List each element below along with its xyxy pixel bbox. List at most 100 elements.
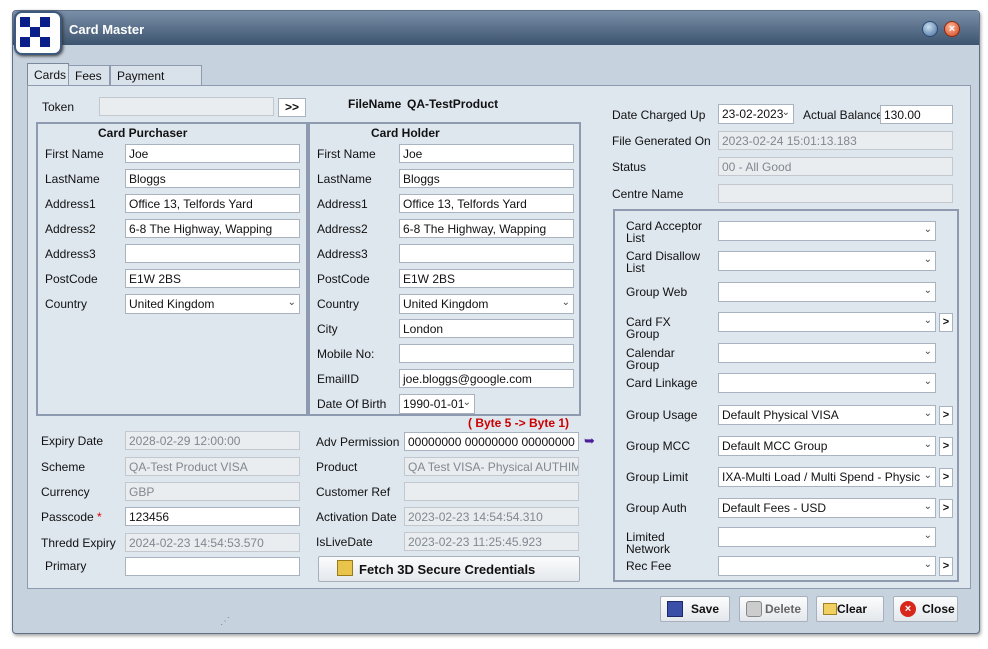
close-button[interactable]: × Close [893,596,958,622]
chevron-down-icon: ⌄ [923,439,932,450]
holder-mobile-field[interactable] [399,344,574,363]
group-more-button[interactable]: > [939,468,953,487]
purchaser-address2-field[interactable]: 6-8 The Highway, Wapping [125,219,300,238]
chevron-down-icon: ⌄ [462,397,471,408]
group-more-button[interactable]: > [939,437,953,456]
delete-button[interactable]: Delete [739,596,808,622]
chevron-down-icon: ⌄ [923,376,932,387]
title-bar[interactable]: Card Master × [13,11,979,45]
product-field[interactable]: QA Test VISA- Physical AUTHIMPR [404,457,579,476]
group-select[interactable]: ⌄ [718,282,936,302]
chevron-down-icon: ⌄ [923,501,932,512]
holder-postcode-field[interactable]: E1W 2BS [399,269,574,288]
token-expand-button[interactable]: >> [278,98,306,117]
purchaser-address3-label: Address3 [45,247,96,261]
group-select[interactable]: ⌄ [718,251,936,271]
group-select[interactable]: Default Physical VISA ⌄ [718,405,936,425]
islive-date-field[interactable]: 2023-02-23 11:25:45.923 [404,532,579,551]
group-more-button[interactable]: > [939,313,953,332]
customer-ref-label: Customer Ref [316,485,391,499]
date-charged-picker[interactable]: 23-02-2023 ⌄ [718,104,794,124]
holder-last-name-field[interactable]: Bloggs [399,169,574,188]
fetch-3d-secure-label: Fetch 3D Secure Credentials [359,562,536,577]
holder-country-label: Country [317,297,360,311]
purchaser-address1-field[interactable]: Office 13, Telfords Yard [125,194,300,213]
minimize-icon[interactable] [922,21,938,37]
group-label: Card Linkage [626,376,698,390]
holder-dob-label: Date Of Birth [317,397,387,411]
close-window-icon[interactable]: × [944,21,960,37]
group-select[interactable]: ⌄ [718,556,936,576]
primary-field[interactable] [125,557,300,576]
group-select[interactable]: Default Fees - USD ⌄ [718,498,936,518]
group-more-button[interactable]: > [939,499,953,518]
holder-address3-field[interactable] [399,244,574,263]
file-generated-field[interactable]: 2023-02-24 15:01:13.183 [718,131,953,150]
holder-dob-value: 1990-01-01 [403,397,465,411]
customer-ref-field[interactable] [404,482,579,501]
arrow-right-icon[interactable]: ➥ [584,434,598,448]
purchaser-last-name-field[interactable]: Bloggs [125,169,300,188]
group-label: Group MCC [626,439,691,453]
group-label: Limited Network [626,530,671,556]
chevron-down-icon: ⌄ [287,297,296,308]
group-select[interactable]: ⌄ [718,221,936,241]
resize-grip-icon[interactable]: ⋰ [220,616,230,627]
holder-address2-field[interactable]: 6-8 The Highway, Wapping [399,219,574,238]
clear-button[interactable]: Clear [816,596,884,622]
purchaser-country-label: Country [45,297,88,311]
group-label: Calendar Group [626,346,675,372]
date-charged-value: 23-02-2023 [722,107,784,121]
group-select[interactable]: ⌄ [718,373,936,393]
group-label: Group Web [626,285,688,299]
centre-name-field[interactable] [718,184,953,203]
holder-dob-picker[interactable]: 1990-01-01 ⌄ [399,394,475,414]
chevron-down-icon: ⌄ [923,530,932,541]
token-field[interactable] [99,97,274,116]
tab-payment-tokens[interactable]: Payment Tokens [110,65,202,97]
group-select[interactable]: IXA-Multi Load / Multi Spend - Physical … [718,467,936,487]
group-select[interactable]: ⌄ [718,527,936,547]
holder-last-name-label: LastName [317,172,372,186]
actual-balance-field[interactable]: 130.00 [880,105,953,124]
primary-label: Primary [45,559,87,573]
holder-city-field[interactable]: London [399,319,574,338]
purchaser-address3-field[interactable] [125,244,300,263]
thredd-expiry-field[interactable]: 2024-02-23 14:54:53.570 [125,533,300,552]
holder-address1-field[interactable]: Office 13, Telfords Yard [399,194,574,213]
purchaser-postcode-field[interactable]: E1W 2BS [125,269,300,288]
actual-balance-label: Actual Balance [803,108,884,122]
status-field[interactable]: 00 - All Good [718,157,953,176]
holder-address1-label: Address1 [317,197,368,211]
group-select[interactable]: ⌄ [718,343,936,363]
holder-address3-label: Address3 [317,247,368,261]
adv-permission-field[interactable]: 00000000 00000000 00000000 000 [404,432,579,451]
thredd-expiry-label: Thredd Expiry [41,536,116,550]
chevron-down-icon: ⌄ [923,285,932,296]
passcode-label: Passcode * [41,510,102,524]
save-button[interactable]: Save [660,596,730,622]
currency-label: Currency [41,485,90,499]
date-charged-label: Date Charged Up [612,108,706,122]
passcode-label-text: Passcode [41,510,94,524]
file-generated-label: File Generated On [612,134,711,148]
group-select[interactable]: Default MCC Group ⌄ [718,436,936,456]
group-more-button[interactable]: > [939,557,953,576]
tab-fees[interactable]: Fees [68,65,110,85]
tab-cards[interactable]: Cards [27,63,69,85]
purchaser-country-select[interactable]: United Kingdom ⌄ [125,294,300,314]
holder-email-field[interactable]: joe.bloggs@google.com [399,369,574,388]
purchaser-first-name-field[interactable]: Joe [125,144,300,163]
purchaser-address1-label: Address1 [45,197,96,211]
group-more-button[interactable]: > [939,406,953,425]
group-select[interactable]: ⌄ [718,312,936,332]
scheme-field[interactable]: QA-Test Product VISA [125,457,300,476]
expiry-date-field[interactable]: 2028-02-29 12:00:00 [125,431,300,450]
passcode-field[interactable]: 123456 [125,507,300,526]
activation-date-field[interactable]: 2023-02-23 14:54:54.310 [404,507,579,526]
cards-panel: Token >> FileName QA-TestProduct Card Pu… [27,85,971,589]
currency-field[interactable]: GBP [125,482,300,501]
fetch-3d-secure-button[interactable]: Fetch 3D Secure Credentials [318,556,580,582]
holder-country-select[interactable]: United Kingdom ⌄ [399,294,574,314]
holder-first-name-field[interactable]: Joe [399,144,574,163]
